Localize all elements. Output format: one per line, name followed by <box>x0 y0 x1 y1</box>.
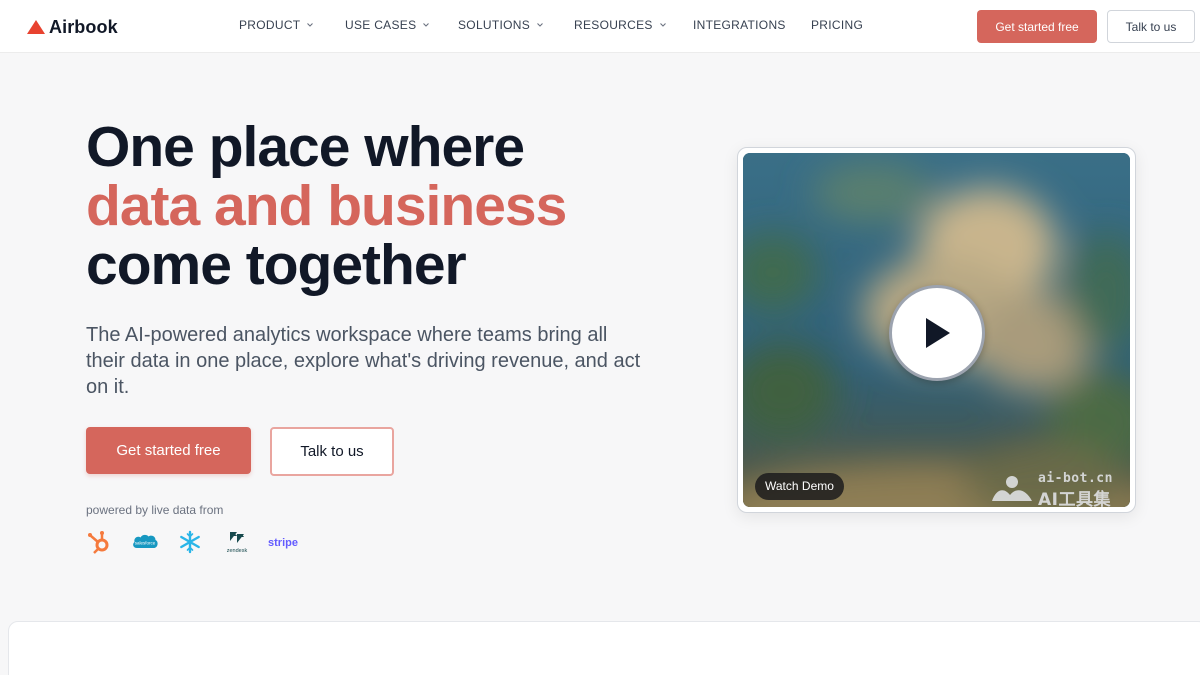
menu-item-integrations[interactable]: INTEGRATIONS <box>693 18 786 32</box>
headline-line-2-accent: data and business <box>86 174 567 238</box>
menu-label: INTEGRATIONS <box>693 18 786 32</box>
menu-label: PRICING <box>811 18 864 32</box>
headline-line-3: come together <box>86 233 467 297</box>
chevron-down-icon <box>307 23 314 27</box>
brand-name: Airbook <box>49 16 118 37</box>
demo-video[interactable]: Watch Demo ai-bot.cn AI工具集 <box>743 153 1130 507</box>
watermark-title: AI工具集 <box>1038 490 1111 507</box>
svg-text:stripe: stripe <box>268 537 298 549</box>
menu-label: RESOURCES <box>574 18 653 32</box>
chevron-down-icon <box>537 23 543 27</box>
play-icon <box>926 318 950 348</box>
snowflake-icon <box>178 528 202 556</box>
hero-get-started-button[interactable]: Get started free <box>86 427 251 474</box>
menu-item-pricing[interactable]: PRICING <box>811 18 863 32</box>
hero-headline: One place where data and business come t… <box>86 118 686 295</box>
menu-label: USE CASES <box>345 18 417 32</box>
chevron-down-icon <box>423 23 430 27</box>
chevron-down-icon <box>659 23 666 27</box>
watermark-domain: ai-bot.cn <box>1038 471 1113 486</box>
nav-talk-to-us-button[interactable]: Talk to us <box>1107 10 1195 43</box>
zendesk-icon: zendesk <box>222 528 252 556</box>
menu-label: PRODUCT <box>239 18 301 32</box>
airbook-logo[interactable]: Airbook <box>26 15 118 39</box>
watch-demo-badge[interactable]: Watch Demo <box>755 473 844 500</box>
watermark: ai-bot.cn AI工具集 <box>990 471 1130 507</box>
demo-video-frame: Watch Demo ai-bot.cn AI工具集 <box>737 147 1136 513</box>
menu-item-product[interactable]: PRODUCT <box>239 18 314 32</box>
hero-subtitle: The AI-powered analytics workspace where… <box>86 324 641 398</box>
menu-item-solutions[interactable]: SOLUTIONS <box>458 18 544 32</box>
watermark-logo-icon <box>992 476 1032 501</box>
play-button[interactable] <box>889 285 985 381</box>
hero-talk-to-us-button[interactable]: Talk to us <box>270 427 394 476</box>
top-navbar: Airbook PRODUCT USE CASES SOLUTIONS RESO… <box>0 0 1200 53</box>
menu-label: SOLUTIONS <box>458 18 531 32</box>
headline-line-1: One place where <box>86 115 525 179</box>
stripe-icon: stripe <box>268 528 298 556</box>
next-section-card <box>8 621 1200 675</box>
airbook-logo-icon <box>27 20 45 34</box>
svg-text:salesforce: salesforce <box>135 541 156 546</box>
menu-item-resources[interactable]: RESOURCES <box>574 18 667 32</box>
powered-by-label: powered by live data from <box>86 503 224 517</box>
menu-item-use-cases[interactable]: USE CASES <box>345 18 430 32</box>
salesforce-icon: salesforce <box>131 528 159 556</box>
svg-text:zendesk: zendesk <box>227 548 248 554</box>
hubspot-icon <box>86 528 112 556</box>
nav-get-started-button[interactable]: Get started free <box>977 10 1097 43</box>
